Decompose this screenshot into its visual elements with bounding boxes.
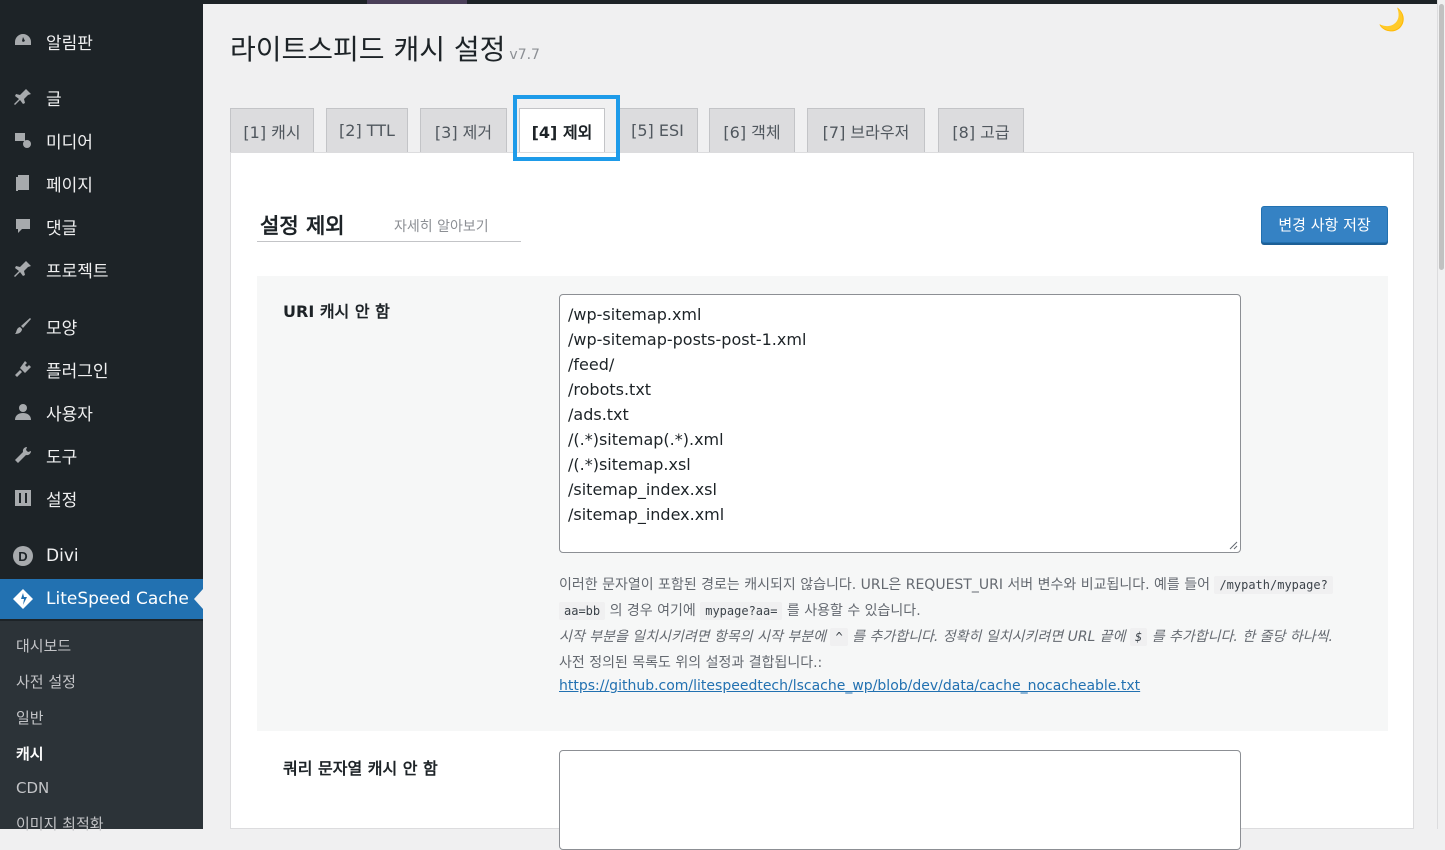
desc-code: $ — [1130, 628, 1148, 646]
learn-more-link[interactable]: 자세히 알아보기 — [394, 216, 489, 236]
submenu-item-cache[interactable]: 캐시 — [16, 743, 44, 764]
sidebar-item-divi[interactable]: D Divi — [0, 536, 203, 576]
uri-description-line1: 이러한 문자열이 포함된 경로는 캐시되지 않습니다. URL은 REQUEST… — [559, 574, 1333, 594]
desc-text: 를 사용할 수 있습니다. — [786, 603, 921, 619]
sidebar-item-litespeed[interactable]: LiteSpeed Cache — [0, 579, 203, 619]
settings-icon — [11, 486, 35, 510]
sidebar-item-label: LiteSpeed Cache — [46, 589, 189, 609]
user-icon — [11, 400, 35, 424]
tab-purge[interactable]: [3] 제거 — [420, 108, 507, 152]
svg-text:D: D — [18, 549, 27, 564]
desc-code: mypage?aa= — [700, 602, 783, 620]
uri-exclude-label: URI 캐시 안 함 — [283, 302, 390, 321]
section-title: 설정 제외 — [260, 214, 345, 238]
page-title-text: 라이트스피드 캐시 설정 — [230, 33, 506, 66]
textarea-line: /robots.txt — [568, 380, 652, 399]
sidebar-item-media[interactable]: 미디어 — [0, 120, 203, 160]
sidebar-item-dashboard[interactable]: 알림판 — [0, 21, 203, 61]
textarea-line: /wp-sitemap.xml — [568, 305, 702, 324]
textarea-line: /wp-sitemap-posts-post-1.xml — [568, 330, 807, 349]
sidebar-item-users[interactable]: 사용자 — [0, 392, 203, 432]
active-tab-highlight — [513, 95, 620, 161]
page-title: 라이트스피드 캐시 설정 v7.7 — [230, 28, 540, 68]
sidebar-item-label: 댓글 — [46, 218, 78, 239]
brush-icon — [11, 314, 35, 338]
predefined-list-link[interactable]: https://github.com/litespeedtech/lscache… — [559, 678, 1140, 694]
textarea-line: /sitemap_index.xml — [568, 505, 725, 524]
sidebar-item-appearance[interactable]: 모양 — [0, 306, 203, 346]
admin-top-bar — [0, 0, 1445, 4]
textarea-line: /(.*)sitemap.xsl — [568, 455, 691, 474]
query-exclude-label: 쿼리 문자열 캐시 안 함 — [283, 759, 438, 778]
desc-text: 를 추가합니다. 정확히 일치시키려면 URL 끝에 — [852, 629, 1126, 645]
submenu-item-cdn[interactable]: CDN — [16, 779, 49, 797]
section-title-divider — [257, 241, 521, 242]
submenu-item-presets[interactable]: 사전 설정 — [16, 671, 76, 692]
sidebar-item-label: 플러그인 — [46, 361, 109, 382]
litespeed-icon — [11, 587, 35, 611]
sidebar-item-tools[interactable]: 도구 — [0, 435, 203, 475]
pin-icon — [11, 85, 35, 109]
sidebar-item-label: 글 — [46, 89, 62, 110]
desc-text: 이러한 문자열이 포함된 경로는 캐시되지 않습니다. URL은 REQUEST… — [559, 577, 1210, 593]
media-icon — [11, 128, 35, 152]
pin-icon — [11, 257, 35, 281]
desc-code: ^ — [830, 628, 848, 646]
submenu-item-dashboard[interactable]: 대시보드 — [16, 635, 71, 656]
plugin-icon — [11, 357, 35, 381]
uri-exclude-textarea[interactable]: /wp-sitemap.xml /wp-sitemap-posts-post-1… — [559, 294, 1241, 553]
desc-code: /mypath/mypage? — [1214, 576, 1333, 594]
wrench-icon — [11, 443, 35, 467]
textarea-line: /sitemap_index.xsl — [568, 480, 717, 499]
tab-object[interactable]: [6] 객체 — [709, 108, 795, 152]
textarea-line: /ads.txt — [568, 405, 629, 424]
scrollbar-thumb[interactable] — [1439, 4, 1444, 270]
query-exclude-textarea[interactable] — [559, 750, 1241, 850]
tab-cache[interactable]: [1] 캐시 — [230, 108, 314, 152]
sidebar-item-posts[interactable]: 글 — [0, 77, 203, 117]
submenu-item-image-optimization[interactable]: 이미지 최적화 — [16, 813, 104, 834]
comment-icon — [11, 214, 35, 238]
uri-description-line2: aa=bb 의 경우 여기에 mypage?aa= 를 사용할 수 있습니다. — [559, 600, 921, 620]
sidebar-item-pages[interactable]: 페이지 — [0, 163, 203, 203]
save-changes-button[interactable]: 변경 사항 저장 — [1261, 206, 1388, 243]
sidebar-item-label: 설정 — [46, 490, 78, 511]
page-icon — [11, 171, 35, 195]
textarea-line: /feed/ — [568, 355, 615, 374]
top-bar-accent — [367, 0, 467, 4]
sidebar-item-label: 도구 — [46, 447, 78, 468]
uri-description-line4: 사전 정의된 목록도 위의 설정과 결합됩니다.: — [559, 655, 823, 671]
sidebar-item-label: Divi — [46, 546, 79, 566]
sidebar-item-label: 알림판 — [46, 33, 93, 54]
sidebar-item-label: 프로젝트 — [46, 261, 109, 282]
desc-text: 를 추가합니다. 한 줄당 하나씩. — [1151, 629, 1333, 645]
desc-text: 시작 부분을 일치시키려면 항목의 시작 부분에 — [559, 629, 826, 645]
uri-description-line3: 시작 부분을 일치시키려면 항목의 시작 부분에 ^ 를 추가합니다. 정확히 … — [559, 626, 1333, 646]
sidebar-item-label: 페이지 — [46, 175, 93, 196]
tab-advanced[interactable]: [8] 고급 — [938, 108, 1024, 152]
sidebar-item-comments[interactable]: 댓글 — [0, 206, 203, 246]
submenu-item-general[interactable]: 일반 — [16, 707, 44, 728]
textarea-line: /(.*)sitemap(.*).xml — [568, 430, 724, 449]
dark-mode-moon-icon[interactable]: 🌙 — [1378, 8, 1405, 33]
divi-icon: D — [11, 544, 35, 568]
litespeed-submenu: 대시보드 사전 설정 일반 캐시 CDN 이미지 최적화 — [0, 621, 203, 833]
sidebar-item-label: 모양 — [46, 318, 78, 339]
resize-grip-icon[interactable] — [1229, 541, 1238, 550]
version-label: v7.7 — [509, 47, 540, 63]
sidebar-item-label: 사용자 — [46, 404, 93, 425]
sidebar-item-label: 미디어 — [46, 132, 93, 153]
tab-browser[interactable]: [7] 브라우저 — [807, 108, 925, 152]
desc-text: 의 경우 여기에 — [609, 603, 696, 619]
tab-ttl[interactable]: [2] TTL — [326, 108, 408, 152]
page-scrollbar[interactable] — [1437, 0, 1445, 829]
sidebar-item-plugins[interactable]: 플러그인 — [0, 349, 203, 389]
sidebar-item-projects[interactable]: 프로젝트 — [0, 249, 203, 289]
tab-esi[interactable]: [5] ESI — [617, 108, 698, 152]
sidebar-item-settings[interactable]: 설정 — [0, 478, 203, 518]
dashboard-icon — [11, 29, 35, 53]
desc-code: aa=bb — [559, 602, 606, 620]
uri-description-line5: https://github.com/litespeedtech/lscache… — [559, 678, 1140, 694]
